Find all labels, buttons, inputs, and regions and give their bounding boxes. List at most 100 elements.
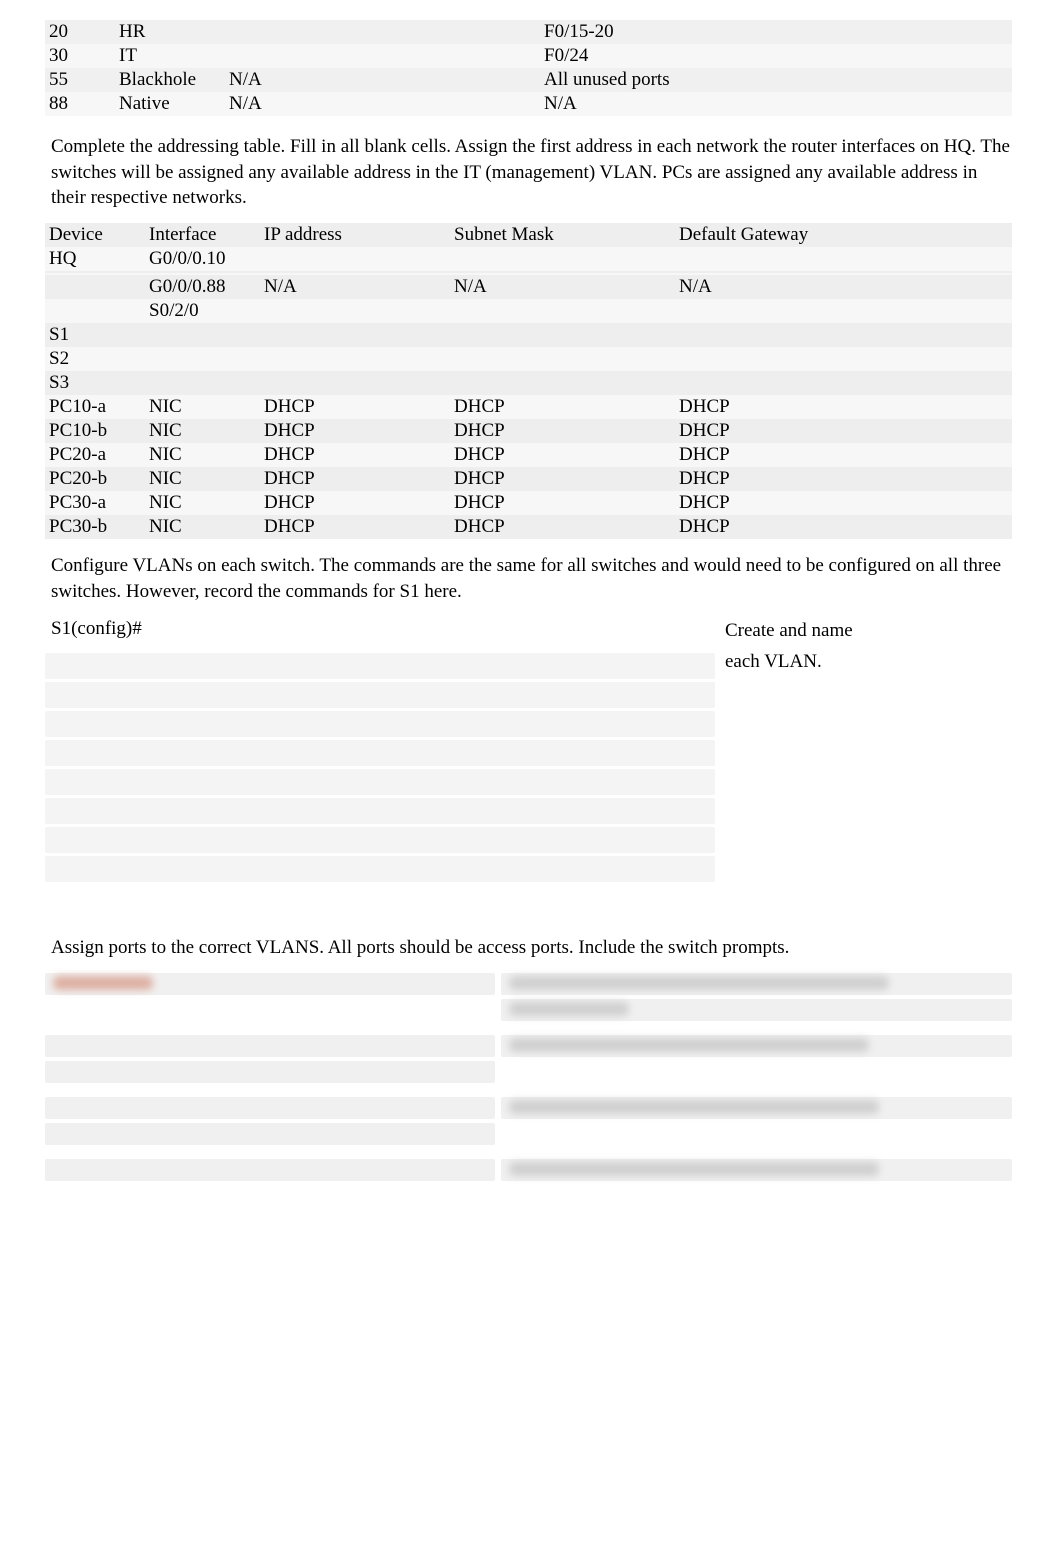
cell-ip: DHCP bbox=[260, 491, 450, 515]
cell-ip: N/A bbox=[260, 275, 450, 299]
vlan-name: HR bbox=[115, 20, 225, 44]
cell-device: PC10-a bbox=[45, 395, 145, 419]
cell-mask: DHCP bbox=[450, 515, 675, 539]
table-row: S0/2/0 bbox=[45, 299, 1012, 323]
cell-interface: G0/0/0.10 bbox=[145, 247, 260, 271]
vlan-ports: F0/15-20 bbox=[540, 20, 1012, 44]
cell-gw bbox=[675, 323, 1012, 347]
cell-ip: DHCP bbox=[260, 467, 450, 491]
table-row: 55 Blackhole N/A All unused ports bbox=[45, 68, 1012, 92]
col-gateway: Default Gateway bbox=[675, 223, 1012, 247]
cell-mask bbox=[450, 371, 675, 395]
blurred-input-line bbox=[45, 1097, 495, 1119]
cell-interface: NIC bbox=[145, 419, 260, 443]
cell-gw: N/A bbox=[675, 275, 1012, 299]
vlan-name: Blackhole bbox=[115, 68, 225, 92]
table-row: PC30-b NIC DHCP DHCP DHCP bbox=[45, 515, 1012, 539]
table-row: S2 bbox=[45, 347, 1012, 371]
config-note-line1: Create and name bbox=[725, 616, 1012, 646]
cell-ip bbox=[260, 323, 450, 347]
blurred-note-line bbox=[501, 1159, 1012, 1181]
command-input-line[interactable] bbox=[45, 711, 715, 737]
vlan-col3: N/A bbox=[225, 68, 540, 92]
blurred-note-line bbox=[501, 973, 1012, 995]
blurred-input-line bbox=[45, 1061, 495, 1083]
blurred-note-line bbox=[501, 1035, 1012, 1057]
cell-device bbox=[45, 275, 145, 299]
vlan-ports: N/A bbox=[540, 92, 1012, 116]
vlan-col3: N/A bbox=[225, 92, 540, 116]
cell-mask bbox=[450, 347, 675, 371]
paragraph-assign-ports: Assign ports to the correct VLANS. All p… bbox=[51, 935, 1012, 961]
vlan-col3 bbox=[225, 44, 540, 68]
command-input-line[interactable] bbox=[45, 798, 715, 824]
cell-interface: G0/0/0.88 bbox=[145, 275, 260, 299]
cell-gw: DHCP bbox=[675, 419, 1012, 443]
cell-device: PC20-b bbox=[45, 467, 145, 491]
cell-mask bbox=[450, 299, 675, 323]
table-row: PC20-a NIC DHCP DHCP DHCP bbox=[45, 443, 1012, 467]
cell-ip bbox=[260, 299, 450, 323]
table-row: 30 IT F0/24 bbox=[45, 44, 1012, 68]
cell-interface: NIC bbox=[145, 443, 260, 467]
cell-ip bbox=[260, 247, 450, 271]
table-row: PC10-a NIC DHCP DHCP DHCP bbox=[45, 395, 1012, 419]
cell-interface bbox=[145, 371, 260, 395]
table-header-row: Device Interface IP address Subnet Mask … bbox=[45, 223, 1012, 247]
vlan-id: 20 bbox=[45, 20, 115, 44]
cell-ip bbox=[260, 347, 450, 371]
blurred-note-line bbox=[501, 999, 1012, 1021]
cell-device: PC30-a bbox=[45, 491, 145, 515]
cell-gw: DHCP bbox=[675, 443, 1012, 467]
cell-interface: NIC bbox=[145, 395, 260, 419]
table-row: S1 bbox=[45, 323, 1012, 347]
vlan-id: 88 bbox=[45, 92, 115, 116]
cell-gw bbox=[675, 247, 1012, 271]
table-row: G0/0/0.88 N/A N/A N/A bbox=[45, 275, 1012, 299]
col-device: Device bbox=[45, 223, 145, 247]
cell-device: PC20-a bbox=[45, 443, 145, 467]
blurred-input-line bbox=[45, 973, 495, 995]
command-input-line[interactable] bbox=[45, 653, 715, 679]
cell-ip bbox=[260, 371, 450, 395]
command-input-line[interactable] bbox=[45, 856, 715, 882]
cell-gw bbox=[675, 371, 1012, 395]
cell-gw: DHCP bbox=[675, 467, 1012, 491]
addressing-table: Device Interface IP address Subnet Mask … bbox=[45, 223, 1012, 539]
cell-device: S1 bbox=[45, 323, 145, 347]
col-ip: IP address bbox=[260, 223, 450, 247]
cell-device: HQ bbox=[45, 247, 145, 271]
command-input-line[interactable] bbox=[45, 827, 715, 853]
col-mask: Subnet Mask bbox=[450, 223, 675, 247]
cell-device: S3 bbox=[45, 371, 145, 395]
cell-ip: DHCP bbox=[260, 443, 450, 467]
cell-mask: DHCP bbox=[450, 395, 675, 419]
cell-mask: DHCP bbox=[450, 443, 675, 467]
paragraph-configure-vlans: Configure VLANs on each switch. The comm… bbox=[51, 553, 1012, 604]
table-row: 20 HR F0/15-20 bbox=[45, 20, 1012, 44]
vlan-name: Native bbox=[115, 92, 225, 116]
vlan-id: 55 bbox=[45, 68, 115, 92]
command-input-line[interactable] bbox=[45, 682, 715, 708]
cell-device bbox=[45, 299, 145, 323]
command-input-line[interactable] bbox=[45, 740, 715, 766]
blurred-input-line bbox=[45, 1159, 495, 1181]
cell-gw: DHCP bbox=[675, 491, 1012, 515]
table-row: PC20-b NIC DHCP DHCP DHCP bbox=[45, 467, 1012, 491]
cell-mask: N/A bbox=[450, 275, 675, 299]
blurred-input-line bbox=[45, 1035, 495, 1057]
vlan-name: IT bbox=[115, 44, 225, 68]
cell-mask: DHCP bbox=[450, 491, 675, 515]
cell-interface: S0/2/0 bbox=[145, 299, 260, 323]
table-row: S3 bbox=[45, 371, 1012, 395]
cell-mask bbox=[450, 323, 675, 347]
cell-gw: DHCP bbox=[675, 515, 1012, 539]
cell-ip: DHCP bbox=[260, 419, 450, 443]
cell-mask: DHCP bbox=[450, 419, 675, 443]
vlan-id: 30 bbox=[45, 44, 115, 68]
cell-mask: DHCP bbox=[450, 467, 675, 491]
command-input-line[interactable] bbox=[45, 769, 715, 795]
table-row: HQ G0/0/0.10 bbox=[45, 247, 1012, 271]
cell-device: S2 bbox=[45, 347, 145, 371]
config-note: Create and name each VLAN. bbox=[725, 616, 1012, 885]
